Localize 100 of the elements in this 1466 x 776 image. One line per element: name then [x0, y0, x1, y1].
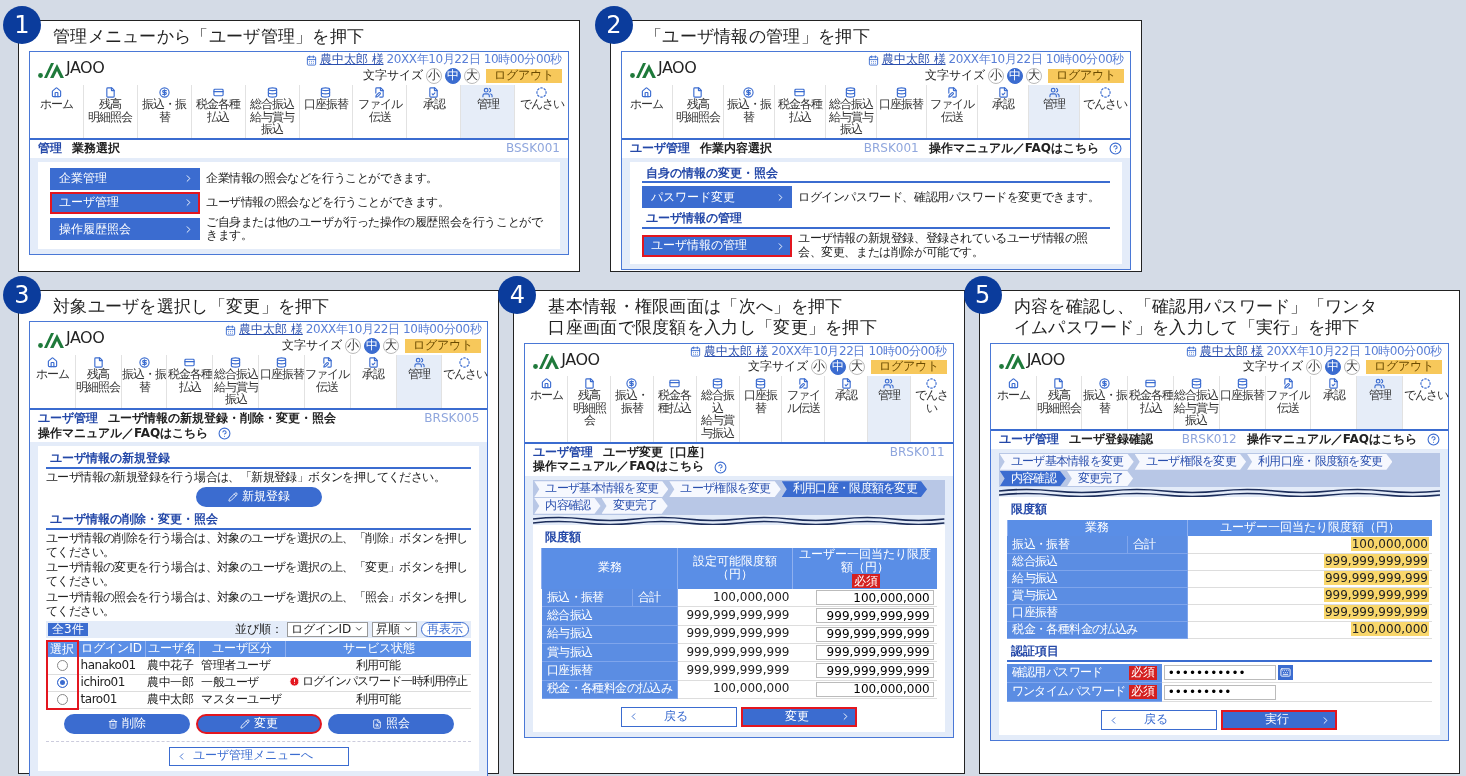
menu-button[interactable]: パスワード変更	[642, 186, 792, 209]
nav-tab[interactable]: 管理	[1028, 85, 1080, 138]
action-button[interactable]: 削除	[63, 713, 190, 734]
font-size-button[interactable]: 大	[383, 338, 400, 355]
new-registration-button[interactable]: 新規登録	[195, 487, 322, 507]
submit-button[interactable]: 実行	[1221, 710, 1338, 731]
sort-field-select[interactable]: ログインID	[286, 621, 369, 638]
nav-tab[interactable]: 総合振込 給与賞与振込	[212, 355, 259, 408]
nav-tab[interactable]: ファイル伝送	[303, 355, 350, 408]
logout-button[interactable]: ログアウト	[1366, 360, 1442, 375]
nav-tab[interactable]: 税金各種払込	[1127, 376, 1173, 430]
radio-button[interactable]	[56, 693, 68, 705]
nav-tab[interactable]: 口座振替	[1218, 376, 1265, 430]
nav-tab[interactable]: ファイル伝送	[926, 85, 978, 138]
nav-tab[interactable]: ファイル伝送	[1264, 376, 1311, 430]
font-size-button[interactable]: 大	[464, 68, 480, 85]
nav-tab[interactable]: ファイル伝送	[781, 376, 825, 442]
font-size-button[interactable]: 小	[810, 359, 827, 376]
sort-order-select[interactable]: 昇順	[372, 621, 418, 638]
nav-tab[interactable]: 口座振替	[298, 85, 353, 138]
nav-tab[interactable]: 口座振替	[258, 355, 304, 408]
nav-tab[interactable]: 承認	[349, 355, 396, 408]
nav-tab[interactable]: 税金各種払込	[652, 376, 696, 442]
menu-button[interactable]: 企業管理	[50, 167, 200, 190]
nav-tab[interactable]: 管理	[867, 376, 910, 442]
action-button[interactable]: 変更	[195, 713, 322, 734]
help-icon[interactable]	[1109, 142, 1122, 156]
back-button[interactable]: 戻る	[1101, 710, 1218, 731]
nav-tab[interactable]: 管理	[395, 355, 442, 408]
limit-input-field[interactable]: 999,999,999,999	[815, 626, 934, 642]
nav-tab[interactable]: ホーム	[622, 85, 672, 138]
limit-input-field[interactable]: 999,999,999,999	[815, 608, 934, 624]
logout-button[interactable]: ログアウト	[870, 360, 947, 375]
nav-tab[interactable]: 振込・振替	[1081, 376, 1128, 430]
nav-tab[interactable]: 残高 明細照会	[1035, 376, 1082, 430]
font-size-button[interactable]: 中	[1007, 68, 1023, 85]
back-button[interactable]: ユーザ管理メニューへ	[168, 746, 349, 766]
font-size-button[interactable]: 小	[988, 68, 1004, 85]
menu-button[interactable]: ユーザ管理	[50, 191, 200, 214]
nav-tab[interactable]: ホーム	[990, 376, 1036, 430]
nav-tab[interactable]: 管理	[1356, 376, 1403, 430]
font-size-button[interactable]: 中	[445, 68, 461, 85]
font-size-button[interactable]: 中	[364, 338, 381, 355]
nav-tab[interactable]: 残高 明細照会	[567, 376, 610, 442]
limit-input-field[interactable]: 100,000,000	[815, 590, 934, 606]
limit-input-field[interactable]: 100,000,000	[815, 681, 934, 697]
nav-tab[interactable]: ホーム	[525, 376, 568, 442]
font-size-button[interactable]: 小	[1306, 359, 1322, 376]
nav-tab[interactable]: 残高 明細照会	[74, 355, 121, 408]
keyboard-button[interactable]	[1277, 665, 1293, 681]
help-link[interactable]: 操作マニュアル／FAQはこちら	[38, 426, 209, 441]
font-size-button[interactable]: 小	[345, 338, 362, 355]
help-link[interactable]: 操作マニュアル／FAQはこちら	[1246, 433, 1417, 447]
user-name-link[interactable]: 農中太郎 様	[704, 344, 769, 359]
help-link[interactable]: 操作マニュアル／FAQはこちら	[928, 141, 1099, 156]
nav-tab[interactable]: ファイル伝送	[352, 85, 407, 138]
logout-button[interactable]: ログアウト	[1048, 69, 1124, 83]
font-size-button[interactable]: 大	[1026, 68, 1042, 85]
nav-tab[interactable]: 振込・振替	[120, 355, 167, 408]
nav-tab[interactable]: 総合振込 給与賞与振込	[824, 85, 876, 138]
nav-tab[interactable]: 総合振込 給与賞与振込	[1173, 376, 1219, 430]
radio-button[interactable]	[56, 659, 68, 671]
nav-tab[interactable]: ホーム	[30, 85, 83, 138]
nav-tab[interactable]: でんさい	[1402, 376, 1448, 430]
nav-tab[interactable]: でんさい	[909, 376, 953, 442]
nav-tab[interactable]: 残高 明細照会	[82, 85, 137, 138]
action-button[interactable]: 照会	[327, 713, 454, 734]
help-link[interactable]: 操作マニュアル／FAQはこちら	[533, 460, 704, 475]
nav-tab[interactable]: 税金各種払込	[773, 85, 825, 138]
nav-tab[interactable]: ホーム	[30, 355, 75, 408]
limit-input-field[interactable]: 999,999,999,999	[815, 644, 934, 660]
help-icon[interactable]	[1427, 433, 1440, 447]
nav-tab[interactable]: 振込・振替	[610, 376, 653, 442]
font-size-button[interactable]: 中	[829, 359, 846, 376]
nav-tab[interactable]: でんさい	[1079, 85, 1131, 138]
nav-tab[interactable]: でんさい	[514, 85, 569, 138]
nav-tab[interactable]: 口座振替	[738, 376, 782, 442]
user-name-link[interactable]: 農中太郎 様	[1199, 344, 1264, 359]
font-size-button[interactable]: 小	[426, 68, 442, 85]
nav-tab[interactable]: 総合振込 給与賞与振込	[695, 376, 739, 442]
limit-input-field[interactable]: 999,999,999,999	[815, 663, 934, 679]
submit-button[interactable]: 変更	[741, 706, 857, 727]
back-button[interactable]: 戻る	[621, 706, 737, 727]
font-size-button[interactable]: 大	[1344, 359, 1360, 376]
menu-button[interactable]: ユーザ情報の管理	[642, 235, 792, 257]
user-name-link[interactable]: 農中太郎 様	[319, 53, 384, 68]
menu-button[interactable]: 操作履歴照会	[50, 218, 200, 241]
nav-tab[interactable]: 残高 明細照会	[671, 85, 723, 138]
nav-tab[interactable]: でんさい	[441, 355, 488, 408]
nav-tab[interactable]: 税金各種払込	[166, 355, 213, 408]
nav-tab[interactable]: 総合振込 給与賞与振込	[244, 85, 299, 138]
nav-tab[interactable]: 税金各種払込	[190, 85, 245, 138]
help-icon[interactable]	[713, 460, 727, 474]
refresh-button[interactable]: 再表示	[421, 621, 470, 638]
logout-button[interactable]: ログアウト	[486, 69, 562, 83]
user-name-link[interactable]: 農中太郎 様	[881, 53, 946, 68]
radio-button[interactable]	[56, 677, 68, 689]
logout-button[interactable]: ログアウト	[405, 339, 482, 353]
password-field[interactable]: •••••••••	[1163, 684, 1276, 700]
password-field[interactable]: •••••••••••	[1163, 665, 1276, 681]
